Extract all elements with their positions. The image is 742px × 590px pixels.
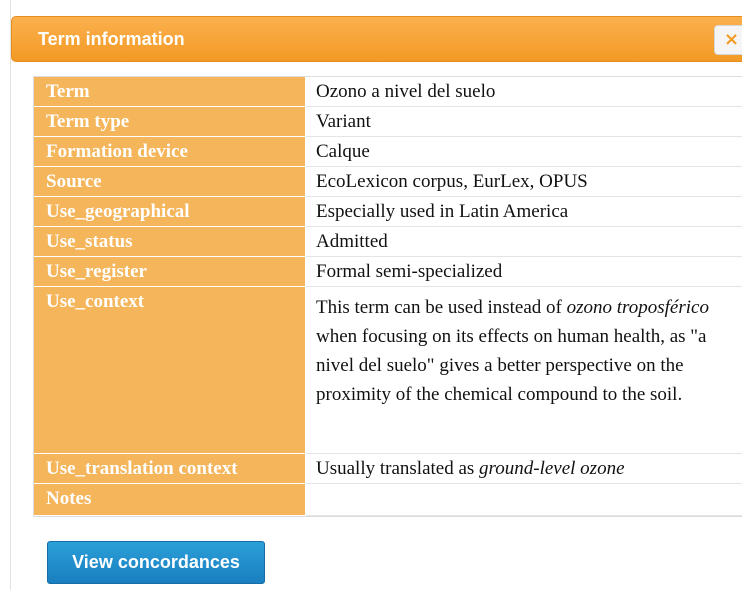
row-value-use-register: Formal semi-specialized: [306, 257, 742, 287]
use-context-italic-term: ozono troposférico: [566, 297, 709, 318]
row-label-use-translation-context: Use_translation context: [34, 454, 306, 484]
row-value-formation-device: Calque: [306, 137, 742, 167]
table-row: Use_status Admitted: [34, 227, 742, 257]
close-button[interactable]: ×: [714, 25, 742, 55]
row-value-use-context: This term can be used instead of ozono t…: [306, 287, 742, 454]
table-row: Notes: [34, 484, 742, 516]
row-label-use-register: Use_register: [34, 257, 306, 287]
dialog-title: Term information: [38, 29, 185, 49]
row-label-formation-device: Formation device: [34, 137, 306, 167]
table-row: Source EcoLexicon corpus, EurLex, OPUS: [34, 167, 742, 197]
row-value-term-type: Variant: [306, 107, 742, 137]
row-value-notes: [306, 484, 742, 516]
row-label-notes: Notes: [34, 484, 306, 516]
table-row: Term type Variant: [34, 107, 742, 137]
row-label-source: Source: [34, 167, 306, 197]
row-label-term-type: Term type: [34, 107, 306, 137]
row-label-use-status: Use_status: [34, 227, 306, 257]
use-context-text-after: when focusing on its effects on human he…: [316, 326, 707, 405]
row-label-use-context: Use_context: [34, 287, 306, 454]
row-value-term: Ozono a nivel del suelo: [306, 77, 742, 107]
close-icon: ×: [724, 29, 740, 50]
table-row: Formation device Calque: [34, 137, 742, 167]
translation-italic-term: ground-level ozone: [479, 458, 625, 479]
row-value-use-translation-context: Usually translated as ground-level ozone: [306, 454, 742, 484]
use-context-text-before: This term can be used instead of: [316, 297, 567, 318]
row-value-source: EcoLexicon corpus, EurLex, OPUS: [306, 167, 742, 197]
table-row: Use_geographical Especially used in Lati…: [34, 197, 742, 227]
dialog-titlebar: Term information ×: [11, 16, 742, 62]
table-row: Use_translation context Usually translat…: [34, 454, 742, 484]
table-row: Use_register Formal semi-specialized: [34, 257, 742, 287]
row-label-term: Term: [34, 77, 306, 107]
view-concordances-button[interactable]: View concordances: [47, 541, 265, 584]
term-info-table: Term Ozono a nivel del suelo Term type V…: [33, 76, 742, 517]
term-information-dialog: Term information × Term Ozono a nivel de…: [10, 0, 742, 590]
row-label-use-geographical: Use_geographical: [34, 197, 306, 227]
row-value-use-geographical: Especially used in Latin America: [306, 197, 742, 227]
table-row: Term Ozono a nivel del suelo: [34, 77, 742, 107]
table-row: Use_context This term can be used instea…: [34, 287, 742, 454]
row-value-use-status: Admitted: [306, 227, 742, 257]
translation-text-before: Usually translated as: [316, 458, 480, 479]
